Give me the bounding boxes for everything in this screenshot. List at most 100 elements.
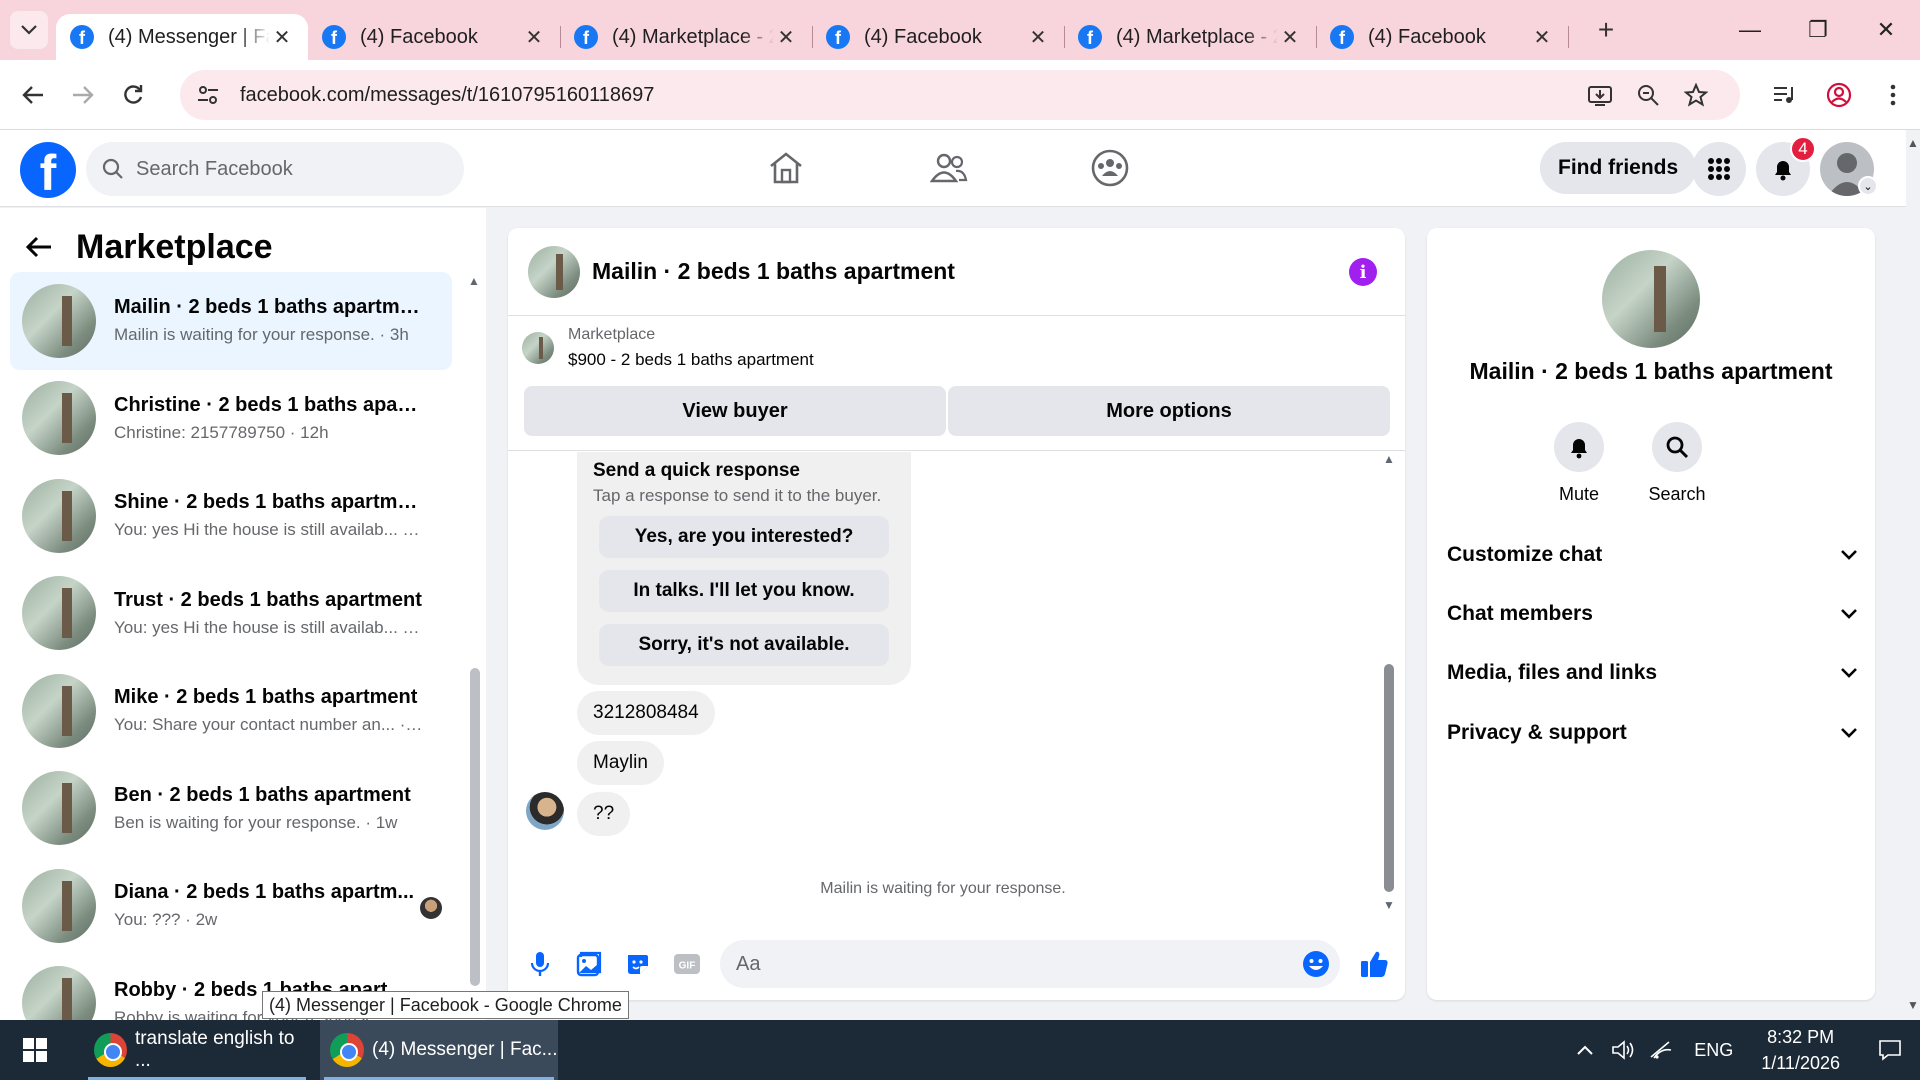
chat-scroll-down-icon[interactable]: ▼ [1382,898,1396,912]
chrome-icon [94,1033,127,1067]
media-files-links-section[interactable]: Media, files and links [1447,648,1857,698]
chat-members-section[interactable]: Chat members [1447,589,1857,639]
privacy-support-section[interactable]: Privacy & support [1447,708,1857,758]
quick-response-option[interactable]: In talks. I'll let you know. [599,570,889,612]
gif-icon[interactable]: GIF [669,946,705,982]
profile-icon[interactable] [1812,70,1866,120]
bookmark-star-icon[interactable] [1672,75,1720,115]
wifi-icon[interactable] [1642,1020,1680,1080]
search-in-conversation-action[interactable]: Search [1637,422,1717,505]
microphone-icon[interactable] [522,946,558,982]
notifications-bell-icon[interactable]: 4 [1756,136,1816,196]
more-options-button[interactable]: More options [948,386,1390,436]
forward-arrow-icon[interactable] [58,70,108,120]
facebook-search-box[interactable] [86,142,464,196]
conversation-item[interactable]: Diana · 2 beds 1 baths apartm... You: ??… [10,857,452,955]
customize-chat-section[interactable]: Customize chat [1447,530,1857,580]
conversation-info-icon[interactable]: i [1349,258,1377,286]
new-tab-button[interactable]: + [1588,14,1624,46]
browser-tab-marketplace[interactable]: f (4) Marketplace - 2 beds ✕ [1064,14,1317,60]
zoom-icon[interactable] [1624,75,1672,115]
message-input[interactable] [736,952,1256,976]
listing-avatar-large[interactable] [1602,250,1700,348]
window-controls: — ❐ ✕ [1716,0,1920,60]
facebook-search-input[interactable] [136,157,436,181]
taskbar-chrome-messenger[interactable]: (4) Messenger | Fac... [320,1020,558,1080]
chat-title[interactable]: Mailin · 2 beds 1 baths apartment [592,258,955,285]
mute-action[interactable]: Mute [1539,422,1619,505]
attach-photo-icon[interactable] [571,946,607,982]
thumbs-up-icon[interactable] [1356,946,1392,982]
message-bubble[interactable]: Maylin [577,741,664,785]
conversation-item[interactable]: Shine · 2 beds 1 baths apartment You: ye… [10,467,452,565]
menu-grid-icon[interactable] [1692,142,1746,196]
message-input-box[interactable] [720,940,1340,988]
site-settings-icon[interactable] [188,75,228,115]
page-scroll-down-icon[interactable]: ▼ [1906,998,1920,1012]
page-scroll-up-icon[interactable]: ▲ [1906,136,1920,150]
quick-response-option[interactable]: Sorry, it's not available. [599,624,889,666]
input-language[interactable]: ENG [1694,1040,1733,1061]
conversation-item[interactable]: Christine · 2 beds 1 baths apart... Chri… [10,370,452,468]
message-composer: GIF [508,928,1405,1000]
facebook-logo-icon[interactable]: f [20,142,76,198]
conversation-item[interactable]: Mailin · 2 beds 1 baths apartment Mailin… [10,272,452,370]
listing-thumbnail [522,332,554,364]
emoji-icon[interactable] [1302,950,1330,983]
listing-summary[interactable]: Marketplace $900 - 2 beds 1 baths apartm… [522,326,814,370]
account-chevron-icon[interactable]: ⌄ [1858,176,1878,196]
back-arrow-icon[interactable] [25,228,52,267]
tab-search-button[interactable] [10,11,48,49]
browser-tab-facebook[interactable]: f (4) Facebook ✕ [308,14,561,60]
view-buyer-button[interactable]: View buyer [524,386,946,436]
conversation-item[interactable]: Trust · 2 beds 1 baths apartment You: ye… [10,565,452,663]
close-tab-icon[interactable]: ✕ [270,25,294,50]
close-tab-icon[interactable]: ✕ [522,25,546,50]
chat-scroll-up-icon[interactable]: ▲ [1382,452,1396,466]
browser-tab-messenger[interactable]: f (4) Messenger | Facebook ✕ [56,14,308,60]
browser-tab-facebook[interactable]: f (4) Facebook ✕ [812,14,1065,60]
sender-avatar[interactable] [526,792,564,830]
chat-listing-avatar[interactable] [528,245,580,298]
close-window-icon[interactable]: ✕ [1852,0,1920,60]
message-bubble[interactable]: ?? [577,792,631,836]
home-icon[interactable] [756,140,816,196]
back-arrow-icon[interactable] [8,70,58,120]
friends-icon[interactable] [919,140,979,196]
chevron-up-icon[interactable] [1566,1020,1604,1080]
minimize-icon[interactable]: — [1716,0,1784,60]
facebook-favicon-icon: f [574,25,598,49]
conversation-item[interactable]: Ben · 2 beds 1 baths apartment Ben is wa… [10,760,452,858]
groups-icon[interactable] [1080,140,1140,196]
conversation-item[interactable]: Mike · 2 beds 1 baths apartment You: Sha… [10,662,452,760]
facebook-top-nav: f Find friends 4 ⌄ [0,130,1906,207]
browser-tab-facebook[interactable]: f (4) Facebook ✕ [1316,14,1569,60]
chat-scrollbar[interactable] [1384,664,1394,892]
close-tab-icon[interactable]: ✕ [774,25,798,50]
close-tab-icon[interactable]: ✕ [1530,25,1554,50]
find-friends-button[interactable]: Find friends [1540,142,1697,194]
windows-start-icon[interactable] [0,1020,70,1080]
reload-icon[interactable] [108,70,158,120]
media-controls-icon[interactable] [1758,70,1812,120]
close-tab-icon[interactable]: ✕ [1278,25,1302,50]
conversation-preview: You: yes Hi the house is still availab..… [114,520,424,540]
listing-kicker: Marketplace [568,326,656,343]
bell-icon[interactable] [1554,422,1604,472]
quick-response-option[interactable]: Yes, are you interested? [599,516,889,558]
browser-tab-marketplace[interactable]: f (4) Marketplace - 2 beds ✕ [560,14,813,60]
search-icon[interactable] [1652,422,1702,472]
browser-menu-icon[interactable] [1866,70,1920,120]
system-clock[interactable]: 8:32 PM 1/11/2026 [1761,1024,1840,1076]
message-bubble[interactable]: 3212808484 [577,691,715,735]
close-tab-icon[interactable]: ✕ [1026,25,1050,50]
sidebar-scrollbar[interactable] [470,668,480,986]
sticker-icon[interactable] [620,946,656,982]
restore-icon[interactable]: ❐ [1784,0,1852,60]
install-app-icon[interactable] [1576,75,1624,115]
sidebar-scroll-up-icon[interactable]: ▲ [468,274,480,288]
address-bar[interactable]: facebook.com/messages/t/1610795160118697 [180,70,1740,120]
notification-center-icon[interactable] [1860,1020,1920,1080]
taskbar-chrome-translate[interactable]: translate english to ... [84,1020,310,1080]
volume-icon[interactable] [1604,1020,1642,1080]
